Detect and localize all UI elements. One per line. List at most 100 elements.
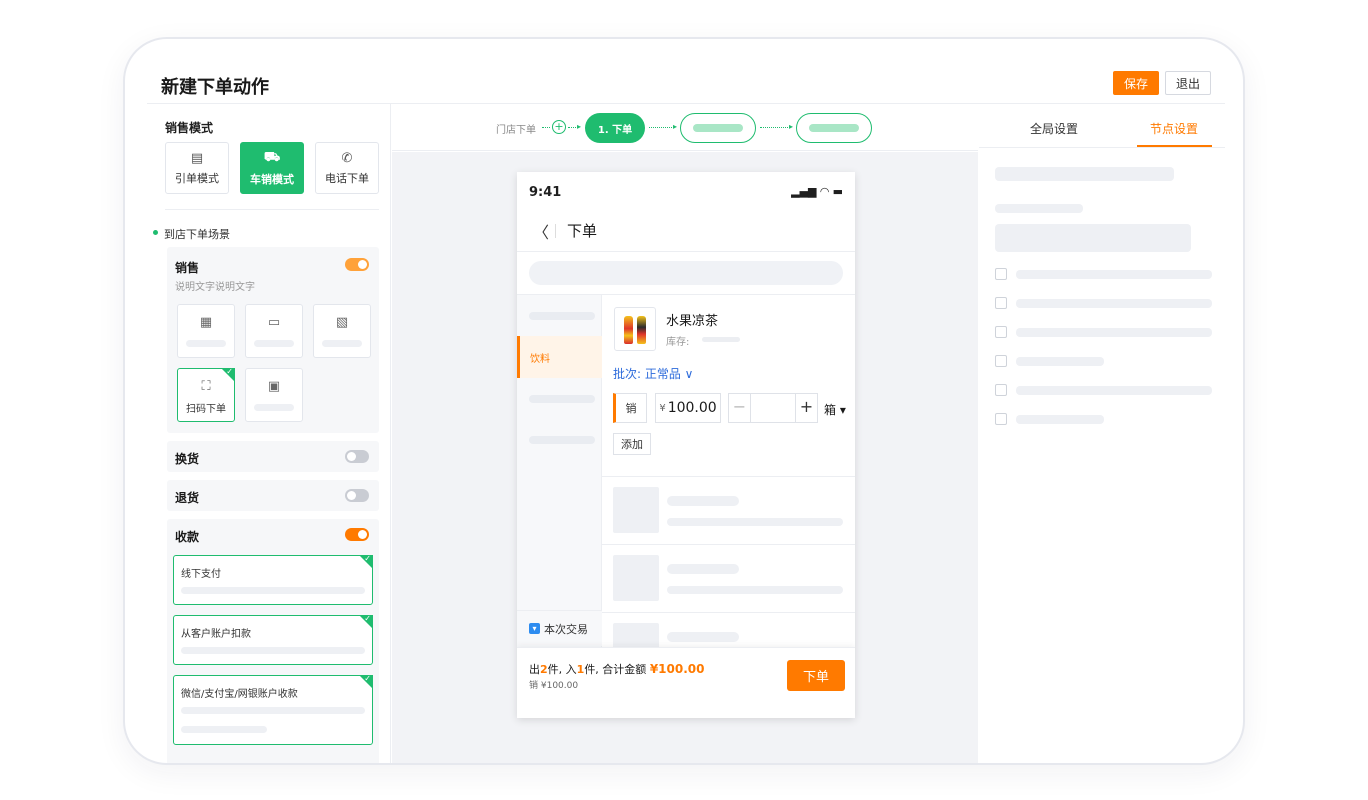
- payment-option-online[interactable]: ✓ 微信/支付宝/网银账户收款: [173, 674, 373, 745]
- placeholder-bar: [181, 726, 267, 733]
- scan-order-tile[interactable]: ✓ ⛶ 扫码下单: [177, 367, 235, 422]
- sale-toggle[interactable]: [345, 258, 369, 271]
- transaction-tab[interactable]: ▾ 本次交易: [517, 610, 602, 646]
- skeleton-image: [613, 487, 659, 533]
- payment-label: 从客户账户扣款: [181, 629, 251, 640]
- ai-option-tile[interactable]: ▣: [245, 368, 303, 422]
- sale-option-tile-1[interactable]: ▦: [177, 304, 235, 358]
- signal-wifi-battery-icon: ▂▄▆ ◠ ▬: [791, 185, 843, 198]
- placeholder-bar: [995, 167, 1174, 181]
- divider: [517, 251, 855, 252]
- bullet-dot: [153, 229, 158, 235]
- tab-node-settings[interactable]: 节点设置: [1150, 120, 1198, 137]
- checkbox[interactable]: [995, 326, 1007, 338]
- document-icon: ▦: [199, 315, 213, 330]
- flow-step-order[interactable]: 1. 下单: [585, 113, 645, 143]
- return-toggle[interactable]: [345, 489, 369, 502]
- summary-text: 出: [529, 663, 540, 676]
- tab-active-indicator: [1137, 145, 1212, 147]
- increment-button[interactable]: +: [795, 394, 817, 422]
- checkbox[interactable]: [995, 297, 1007, 309]
- mode-label: 电话下单: [325, 171, 369, 185]
- sale-title: 销售: [175, 261, 200, 275]
- bottle-graphic: [637, 316, 646, 344]
- place-order-button[interactable]: 下单: [787, 660, 845, 691]
- divider: [165, 209, 379, 210]
- config-panel: 销售模式 ▤ 引单模式 ⛟ 车销模式 ✆ 电话下单 到店下单场景 销售 说明文字…: [147, 104, 391, 763]
- checkbox[interactable]: [995, 413, 1007, 425]
- mode-van-sales[interactable]: ⛟ 车销模式: [240, 142, 304, 194]
- return-card: 退货: [167, 480, 379, 511]
- payment-option-account[interactable]: ✓ 从客户账户扣款: [173, 614, 373, 665]
- add-button[interactable]: 添加: [613, 433, 651, 455]
- skeleton-bar: [667, 586, 843, 594]
- collect-title: 收款: [175, 530, 200, 544]
- placeholder-bar: [254, 404, 294, 411]
- mode-phone-order[interactable]: ✆ 电话下单: [315, 142, 379, 194]
- save-button[interactable]: 保存: [1113, 71, 1159, 95]
- back-chevron-icon[interactable]: 〈: [533, 219, 549, 243]
- check-icon: ✓: [364, 614, 371, 623]
- placeholder-bar: [254, 340, 294, 347]
- flow-step-3[interactable]: [796, 113, 872, 143]
- mode-guide-order[interactable]: ▤ 引单模式: [165, 142, 229, 194]
- scan-order-label: 扫码下单: [186, 404, 226, 415]
- payment-option-offline[interactable]: ✓ 线下支付: [173, 554, 373, 605]
- decrement-button[interactable]: −: [729, 394, 751, 422]
- category-sidebar: 饮料: [517, 295, 602, 647]
- order-summary: 出2件, 入1件, 合计金额 ¥100.00: [529, 661, 704, 677]
- category-item[interactable]: [529, 395, 595, 403]
- tab-global-settings[interactable]: 全局设置: [1030, 120, 1078, 137]
- checkbox[interactable]: [995, 384, 1007, 396]
- collect-toggle[interactable]: [345, 528, 369, 541]
- exit-button[interactable]: 退出: [1165, 71, 1211, 95]
- arrow-icon: ▸: [789, 122, 794, 131]
- preview-canvas: 9:41 ▂▄▆ ◠ ▬ 〈 下单 饮料 水果凉茶 库存: 批次: 正常品 ∨: [392, 152, 978, 763]
- order-footer: 出2件, 入1件, 合计金额 ¥100.00 销 ¥100.00 下单: [517, 647, 855, 718]
- flow-connector: [649, 127, 674, 128]
- bottle-graphic: [624, 316, 633, 344]
- check-icon: ✓: [226, 367, 233, 376]
- sale-option-tile-3[interactable]: ▧: [313, 304, 371, 358]
- mode-label: 引单模式: [175, 171, 219, 185]
- toggle-knob: [347, 491, 356, 500]
- app-window: 新建下单动作 保存 退出 销售模式 ▤ 引单模式 ⛟ 车销模式 ✆ 电话下单 到…: [123, 37, 1245, 765]
- page-title: 新建下单动作: [161, 77, 269, 98]
- placeholder-bar: [693, 124, 743, 132]
- sale-card: 销售 说明文字说明文字 ▦ ▭ ▧ ✓ ⛶ 扫码下单 ▣: [167, 247, 379, 433]
- exchange-toggle[interactable]: [345, 450, 369, 463]
- divider: [602, 544, 855, 545]
- unit-selector[interactable]: 箱 ▾: [824, 401, 846, 418]
- out-count: 2: [540, 663, 548, 676]
- placeholder-input[interactable]: [995, 224, 1191, 252]
- summary-text: 件, 合计金额: [584, 663, 650, 676]
- sales-mode-title: 销售模式: [165, 121, 214, 135]
- ticket-icon: ▭: [267, 315, 281, 330]
- quantity-stepper[interactable]: − +: [728, 393, 818, 423]
- category-item-active[interactable]: 饮料: [517, 336, 602, 378]
- sale-type-tag: 销: [613, 393, 647, 423]
- batch-selector[interactable]: 批次: 正常品 ∨: [613, 365, 693, 382]
- product-name: 水果凉茶: [666, 314, 719, 329]
- checkbox[interactable]: [995, 355, 1007, 367]
- placeholder-bar: [322, 340, 362, 347]
- document-clock-icon: ▧: [335, 315, 349, 330]
- settings-panel: 全局设置 节点设置: [979, 104, 1225, 763]
- flow-step-2[interactable]: [680, 113, 756, 143]
- sale-option-tile-2[interactable]: ▭: [245, 304, 303, 358]
- summary-sub: 销 ¥100.00: [529, 681, 579, 691]
- phone-search-bar[interactable]: [529, 261, 843, 285]
- return-title: 退货: [175, 491, 200, 505]
- checkbox[interactable]: [995, 268, 1007, 280]
- add-step-button[interactable]: +: [552, 120, 566, 134]
- price-field[interactable]: ¥100.00: [655, 393, 721, 423]
- category-item[interactable]: [529, 436, 595, 444]
- arrow-icon: ▸: [673, 122, 678, 131]
- status-time: 9:41: [529, 185, 562, 200]
- price-value: 100.00: [667, 400, 717, 416]
- category-item[interactable]: [529, 312, 595, 320]
- summary-text: 件, 入: [547, 663, 577, 676]
- scan-icon: ⛶: [201, 379, 211, 394]
- exchange-title: 换货: [175, 452, 200, 466]
- skeleton-bar: [667, 632, 739, 642]
